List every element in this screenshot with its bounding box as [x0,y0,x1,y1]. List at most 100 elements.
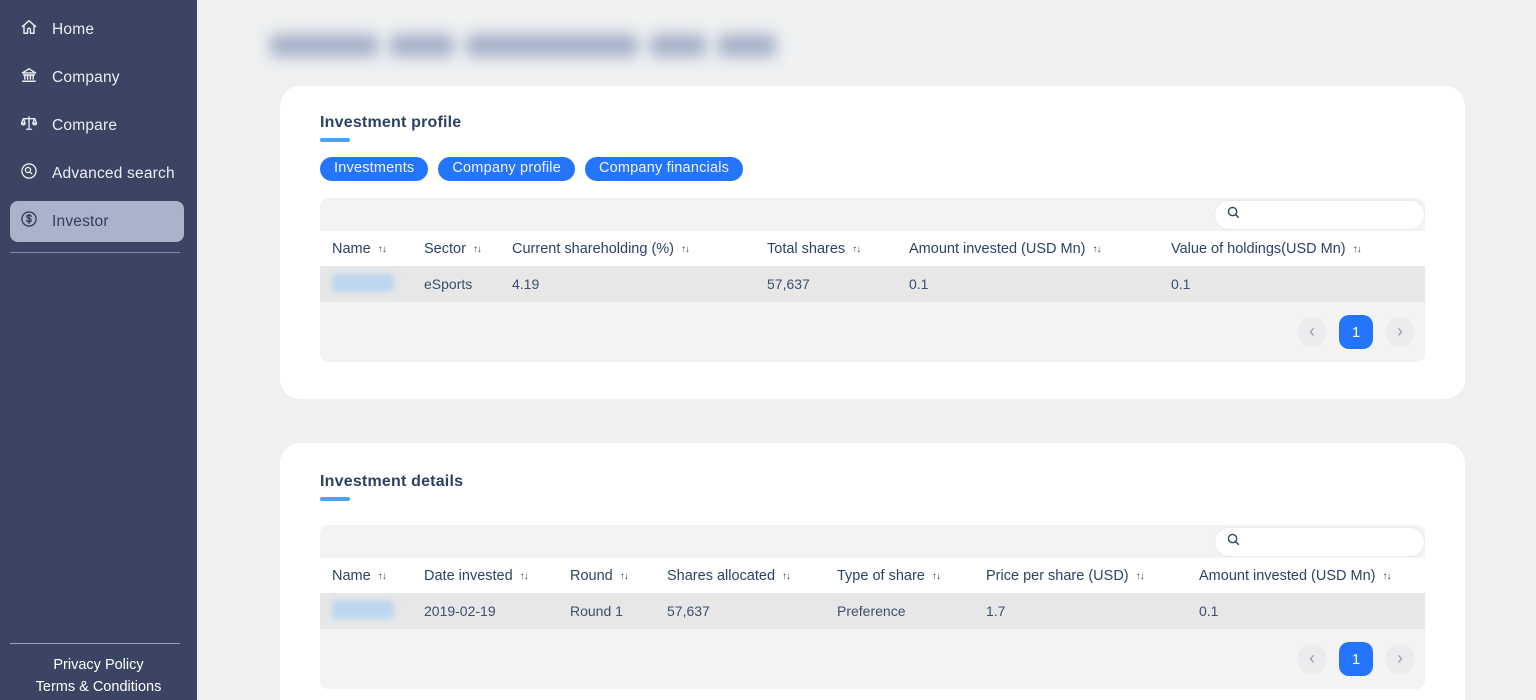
table-search[interactable] [1214,200,1425,230]
page-1-button[interactable]: 1 [1339,642,1373,676]
redacted-name-chip [332,600,394,619]
column-header-amount-invested[interactable]: Amount invested (USD Mn) ↑↓ [1187,568,1425,584]
column-header-name[interactable]: Name ↑↓ [320,568,412,584]
sort-icon[interactable]: ↑↓ [1382,571,1390,582]
page-1-button[interactable]: 1 [1339,315,1373,349]
pagination: ‹ 1 › [320,629,1425,689]
terms-conditions-link[interactable]: Terms & Conditions [0,676,197,698]
sidebar-item-investor[interactable]: Investor [10,201,184,242]
name-cell-redacted [320,600,412,622]
sort-icon[interactable]: ↑↓ [932,571,940,582]
previous-page-button[interactable]: ‹ [1297,644,1327,674]
sidebar-item-label: Compare [52,117,117,135]
table-search-bar [320,198,1425,231]
sidebar-item-label: Home [52,21,94,39]
sort-icon[interactable]: ↑↓ [520,571,528,582]
bank-icon [19,65,39,90]
investment-profile-title: Investment profile [320,114,1425,132]
sort-icon[interactable]: ↑↓ [378,571,386,582]
shares-allocated-cell: 57,637 [655,603,825,619]
column-header-name[interactable]: Name ↑↓ [320,241,412,257]
sidebar: Home Company C [0,0,197,700]
sort-icon[interactable]: ↑↓ [1136,571,1144,582]
name-cell-redacted [320,273,412,295]
search-input[interactable] [1247,528,1424,556]
sort-icon[interactable]: ↑↓ [782,571,790,582]
table-row: eSports 4.19 57,637 0.1 0.1 [320,266,1425,302]
sidebar-footer: Privacy Policy Terms & Conditions [0,643,197,700]
sidebar-item-company[interactable]: Company [10,57,184,98]
sort-icon[interactable]: ↑↓ [620,571,628,582]
company-title-redacted [270,31,1536,59]
sidebar-footer-divider [10,643,180,644]
main-content: Investment profile Investments Company p… [197,0,1536,700]
sort-icon[interactable]: ↑↓ [1353,244,1361,255]
sort-icon[interactable]: ↑↓ [378,244,386,255]
title-underline [320,138,350,142]
investment-profile-card: Investment profile Investments Company p… [280,86,1465,399]
table-row: 2019-02-19 Round 1 57,637 Preference 1.7… [320,593,1425,629]
investment-details-card: Investment details Name ↑↓ [280,443,1465,700]
search-icon [1226,205,1241,225]
redacted-word [466,34,638,57]
dollar-circle-icon [19,209,39,234]
privacy-policy-link[interactable]: Privacy Policy [0,654,197,676]
tab-investments[interactable]: Investments [320,157,428,181]
round-cell: Round 1 [558,603,655,619]
table-header-row: Name ↑↓ Sector ↑↓ Current shareholding (… [320,231,1425,266]
profile-tabs: Investments Company profile Company fina… [320,157,1425,181]
table-search[interactable] [1214,527,1425,557]
tab-company-financials[interactable]: Company financials [585,157,743,181]
table-search-bar [320,525,1425,558]
price-per-share-cell: 1.7 [974,603,1187,619]
column-header-type-of-share[interactable]: Type of share ↑↓ [825,568,974,584]
sidebar-item-home[interactable]: Home [10,9,184,50]
sort-icon[interactable]: ↑↓ [1092,244,1100,255]
redacted-word [270,34,378,57]
redacted-word [718,34,776,57]
column-header-price-per-share[interactable]: Price per share (USD) ↑↓ [974,568,1187,584]
sidebar-item-label: Company [52,69,120,87]
investment-details-title: Investment details [320,473,1425,491]
sort-icon[interactable]: ↑↓ [852,244,860,255]
sidebar-item-label: Investor [52,213,109,231]
total-shares-cell: 57,637 [755,276,897,292]
amount-invested-cell: 0.1 [1187,603,1425,619]
column-header-amount-invested[interactable]: Amount invested (USD Mn) ↑↓ [897,241,1159,257]
redacted-word [390,34,454,57]
search-icon [1226,532,1241,552]
amount-invested-cell: 0.1 [897,276,1159,292]
investments-table: Name ↑↓ Sector ↑↓ Current shareholding (… [320,198,1425,362]
next-page-button[interactable]: › [1385,317,1415,347]
sort-icon[interactable]: ↑↓ [473,244,481,255]
column-header-sector[interactable]: Sector ↑↓ [412,241,500,257]
magnifier-circle-icon [19,161,39,186]
sidebar-item-advanced-search[interactable]: Advanced search [10,153,184,194]
date-invested-cell: 2019-02-19 [412,603,558,619]
column-header-shares-allocated[interactable]: Shares allocated ↑↓ [655,568,825,584]
column-header-current-shareholding[interactable]: Current shareholding (%) ↑↓ [500,241,755,257]
pagination: ‹ 1 › [320,302,1425,362]
column-header-total-shares[interactable]: Total shares ↑↓ [755,241,897,257]
tab-company-profile[interactable]: Company profile [438,157,575,181]
previous-page-button[interactable]: ‹ [1297,317,1327,347]
redacted-name-chip [332,273,394,292]
sidebar-divider [10,252,180,253]
sidebar-nav: Home Company C [0,0,197,253]
details-table: Name ↑↓ Date invested ↑↓ Round ↑↓ Shares… [320,525,1425,689]
column-header-round[interactable]: Round ↑↓ [558,568,655,584]
sector-cell: eSports [412,276,500,292]
redacted-word [650,34,706,57]
next-page-button[interactable]: › [1385,644,1415,674]
type-of-share-cell: Preference [825,603,974,619]
sort-icon[interactable]: ↑↓ [681,244,689,255]
column-header-value-of-holdings[interactable]: Value of holdings(USD Mn) ↑↓ [1159,241,1425,257]
sidebar-item-compare[interactable]: Compare [10,105,184,146]
search-input[interactable] [1247,201,1424,229]
home-icon [19,17,39,42]
current-shareholding-cell: 4.19 [500,276,755,292]
column-header-date-invested[interactable]: Date invested ↑↓ [412,568,558,584]
sidebar-item-label: Advanced search [52,165,175,183]
scales-icon [19,113,39,138]
value-of-holdings-cell: 0.1 [1159,276,1425,292]
